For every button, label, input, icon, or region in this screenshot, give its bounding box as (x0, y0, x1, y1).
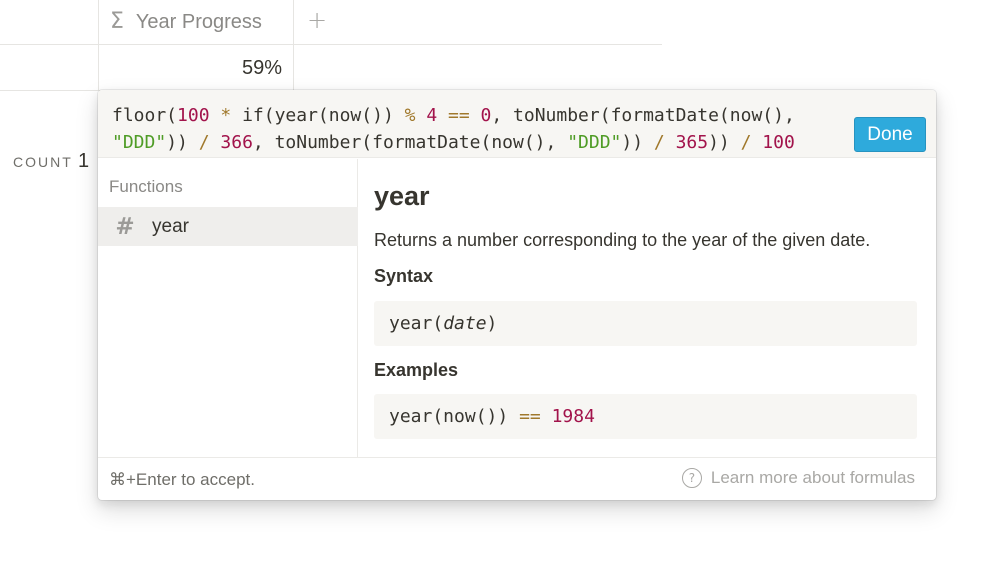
syntax-code-block: year(date) (374, 301, 917, 346)
learn-more-link[interactable]: ? Learn more about formulas (681, 468, 915, 488)
example-operator: == (519, 406, 541, 427)
formula-token-fn: , toNumber(formatDate(now(), (491, 105, 795, 126)
formula-token-op: / (198, 132, 210, 153)
functions-list: Functions # year (98, 159, 358, 457)
accept-hint: ⌘+Enter to accept. (109, 470, 255, 489)
formula-token-fn: , toNumber(formatDate(now(), (252, 132, 568, 153)
done-button[interactable]: Done (854, 117, 926, 152)
formula-token-num: 4 (426, 105, 438, 126)
formula-token-fn: floor( (112, 105, 178, 126)
formula-token-op: / (740, 132, 752, 153)
syntax-heading: Syntax (374, 266, 434, 286)
formula-token-op: / (653, 132, 665, 153)
formula-input-area[interactable]: floor(100 * if(year(now()) % 4 == 0, toN… (98, 90, 936, 158)
syntax-fn: year( (389, 313, 444, 334)
formula-token-num: 100 (177, 105, 210, 126)
table-divider (0, 44, 662, 45)
doc-title: year (374, 181, 430, 211)
popup-footer: ⌘+Enter to accept. ? Learn more about fo… (98, 457, 936, 500)
formula-token-fn (415, 105, 426, 126)
formula-token-fn: if(year(now()) (242, 105, 405, 126)
formula-token-fn (210, 132, 221, 153)
formula-token-op: == (437, 105, 481, 126)
formula-token-fn (665, 132, 676, 153)
example-code: year(now()) (389, 406, 509, 427)
syntax-arg: date (443, 313, 487, 334)
formula-token-fn: )) (621, 132, 654, 153)
formula-cell-value[interactable]: 59% (98, 46, 282, 90)
formula-token-op: * (209, 105, 243, 126)
column-divider (293, 0, 294, 90)
syntax-close: ) (486, 313, 498, 334)
count-value: 1 (78, 150, 90, 172)
formula-token-num: 366 (220, 132, 253, 153)
formula-token-fn: )) (166, 132, 199, 153)
column-header-title: Year Progress (135, 10, 262, 33)
column-header-year-progress[interactable]: Σ Year Progress (98, 0, 293, 44)
function-item-year[interactable]: # year (98, 207, 358, 246)
formula-token-num: 365 (675, 132, 709, 153)
count-label: COUNT (13, 154, 73, 170)
question-circle-icon: ? (681, 468, 702, 488)
sigma-icon: Σ (110, 9, 124, 34)
hash-icon: # (115, 213, 135, 240)
function-item-label: year (152, 215, 189, 237)
formula-token-str: "DDD" (112, 132, 167, 153)
formula-token-fn: )) (708, 132, 741, 153)
formula-token-fn (751, 132, 762, 153)
formula-token-num: 0 (480, 105, 492, 126)
formula-token-op: % (404, 105, 416, 126)
examples-heading: Examples (374, 360, 459, 380)
functions-list-header: Functions (109, 177, 183, 196)
doc-description: Returns a number corresponding to the ye… (374, 230, 871, 250)
example-value: 1984 (551, 406, 595, 427)
learn-more-text: Learn more about formulas (710, 468, 915, 487)
example-code-block: year(now()) == 1984 (374, 394, 917, 439)
formula-input[interactable]: floor(100 * if(year(now()) % 4 == 0, toN… (112, 102, 842, 156)
formula-editor-popup: floor(100 * if(year(now()) % 4 == 0, toN… (98, 90, 936, 500)
formula-token-num: 100 (762, 132, 795, 153)
plus-icon[interactable]: + (303, 4, 331, 36)
formula-token-str: "DDD" (567, 132, 622, 153)
